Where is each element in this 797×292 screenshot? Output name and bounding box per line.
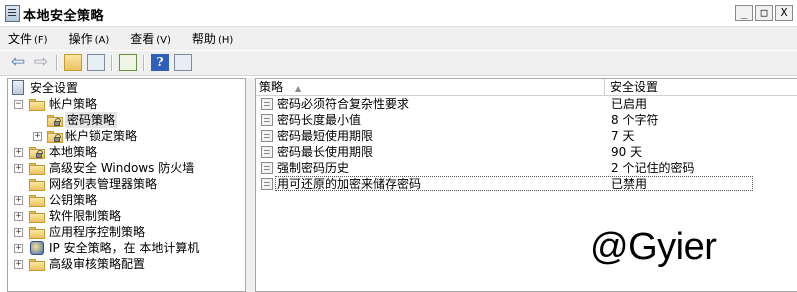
- expand-icon[interactable]: +: [33, 132, 42, 141]
- policy-setting: 8 个字符: [611, 113, 659, 127]
- pane-splitter[interactable]: [246, 78, 255, 292]
- folder-icon: [29, 211, 45, 223]
- back-arrow-icon[interactable]: ⇦: [9, 54, 27, 71]
- security-policy-app-icon: [5, 5, 20, 22]
- table-row[interactable]: 用可还原的加密来储存密码 已禁用: [256, 176, 797, 192]
- tree-item-label: 本地策略: [49, 145, 98, 159]
- watermark: @Gyier: [590, 226, 717, 268]
- folder-icon: [29, 163, 45, 175]
- menu-view[interactable]: 查看 (V): [130, 30, 171, 47]
- close-button[interactable]: X: [775, 5, 793, 21]
- tree-item-label: 应用程序控制策略: [49, 225, 146, 239]
- tree-item-label: 软件限制策略: [49, 209, 122, 223]
- policy-name: 强制密码历史: [277, 161, 350, 175]
- tree-item-label: IP 安全策略，在 本地计算机: [49, 241, 200, 255]
- column-header-policy[interactable]: 策略 ▲: [256, 79, 605, 96]
- tree-item-label: 高级安全 Windows 防火墙: [49, 161, 195, 175]
- security-settings-icon: [12, 80, 24, 95]
- window-title: 本地安全策略: [23, 9, 105, 24]
- folder-lock-icon: [47, 115, 63, 127]
- menu-action-label: 操作: [68, 32, 93, 46]
- table-row[interactable]: 密码长度最小值 8 个字符: [256, 112, 797, 128]
- title-bar: 本地安全策略 _ □ X: [0, 0, 797, 27]
- tree-item-label: 高级审核策略配置: [49, 257, 146, 271]
- folder-icon: [29, 227, 45, 239]
- export-list-icon[interactable]: [119, 54, 137, 71]
- menu-help-accel: (H): [217, 35, 234, 46]
- table-row[interactable]: 强制密码历史 2 个记住的密码: [256, 160, 797, 176]
- tree-root-label: 安全设置: [30, 81, 79, 95]
- menu-bar: 文件 (F) 操作 (A) 查看 (V) 帮助 (H): [0, 27, 797, 50]
- expand-icon[interactable]: +: [14, 148, 23, 157]
- column-header-setting[interactable]: 安全设置: [605, 79, 797, 96]
- folder-icon: [29, 99, 45, 111]
- folder-lock-icon: [29, 147, 45, 159]
- toolbar-separator: [143, 55, 145, 71]
- folder-lock-icon: [47, 131, 63, 143]
- tree-item-label: 帐户策略: [49, 97, 98, 111]
- column-header-policy-label: 策略: [259, 80, 284, 94]
- tree-item-label: 密码策略: [65, 112, 118, 128]
- tree-item-label: 网络列表管理器策略: [49, 177, 158, 191]
- menu-action-accel: (A): [94, 35, 110, 46]
- policy-name: 密码最短使用期限: [277, 129, 374, 143]
- window-controls: _ □ X: [735, 5, 793, 21]
- policy-item-icon: [261, 114, 273, 126]
- maximize-button[interactable]: □: [755, 5, 773, 21]
- policy-name: 密码长度最小值: [277, 113, 362, 127]
- table-row[interactable]: 密码最短使用期限 7 天: [256, 128, 797, 144]
- policy-setting: 2 个记住的密码: [611, 161, 695, 175]
- folder-icon: [29, 179, 45, 191]
- expand-icon[interactable]: +: [14, 212, 23, 221]
- menu-action[interactable]: 操作 (A): [69, 30, 110, 47]
- policy-setting: 90 天: [611, 145, 643, 159]
- policy-item-icon: [261, 162, 273, 174]
- expand-icon[interactable]: +: [14, 228, 23, 237]
- table-row[interactable]: 密码必须符合复杂性要求 已启用: [256, 96, 797, 112]
- forward-arrow-icon[interactable]: ⇨: [32, 54, 50, 71]
- ip-security-icon: [30, 241, 44, 255]
- policy-item-icon: [261, 98, 273, 110]
- expand-icon[interactable]: +: [14, 244, 23, 253]
- navigation-tree[interactable]: 安全设置 − 帐户策略 密码策略 + 帐户锁定策略 + 本地策略 + 高级安全 …: [7, 78, 246, 292]
- expand-icon[interactable]: +: [14, 164, 23, 173]
- folder-icon: [29, 195, 45, 207]
- tree-item-label: 公钥策略: [49, 193, 98, 207]
- policy-setting: 7 天: [611, 129, 635, 143]
- menu-view-label: 查看: [130, 32, 155, 46]
- menu-help[interactable]: 帮助 (H): [192, 30, 233, 47]
- properties-pane-icon[interactable]: [174, 54, 192, 71]
- policy-item-icon: [261, 178, 273, 190]
- up-folder-icon[interactable]: [64, 54, 82, 71]
- expand-icon[interactable]: +: [14, 260, 23, 269]
- menu-view-accel: (V): [156, 35, 171, 46]
- policy-name: 密码最长使用期限: [277, 145, 374, 159]
- column-header-setting-label: 安全设置: [610, 80, 659, 94]
- policy-name: 用可还原的加密来储存密码: [277, 177, 422, 191]
- table-row[interactable]: 密码最长使用期限 90 天: [256, 144, 797, 160]
- policy-item-icon: [261, 146, 273, 158]
- minimize-button[interactable]: _: [735, 5, 753, 21]
- policy-item-icon: [261, 130, 273, 142]
- sort-ascending-icon: ▲: [295, 84, 302, 93]
- tree-item-label: 帐户锁定策略: [65, 129, 138, 143]
- folder-icon: [29, 259, 45, 271]
- menu-file-accel: (F): [34, 35, 48, 46]
- toolbar: ⇦ ⇨ ?: [0, 51, 797, 76]
- toolbar-separator: [111, 55, 113, 71]
- menu-file[interactable]: 文件 (F): [8, 30, 48, 47]
- policy-name: 密码必须符合复杂性要求: [277, 97, 410, 111]
- menu-file-label: 文件: [8, 32, 33, 46]
- policy-setting: 已启用: [611, 97, 648, 111]
- collapse-icon[interactable]: −: [14, 100, 23, 109]
- show-hide-tree-icon[interactable]: [87, 54, 105, 71]
- expand-icon[interactable]: +: [14, 196, 23, 205]
- menu-help-label: 帮助: [191, 32, 216, 46]
- toolbar-separator: [56, 55, 58, 71]
- policy-setting: 已禁用: [611, 177, 648, 191]
- help-icon[interactable]: ?: [151, 54, 169, 71]
